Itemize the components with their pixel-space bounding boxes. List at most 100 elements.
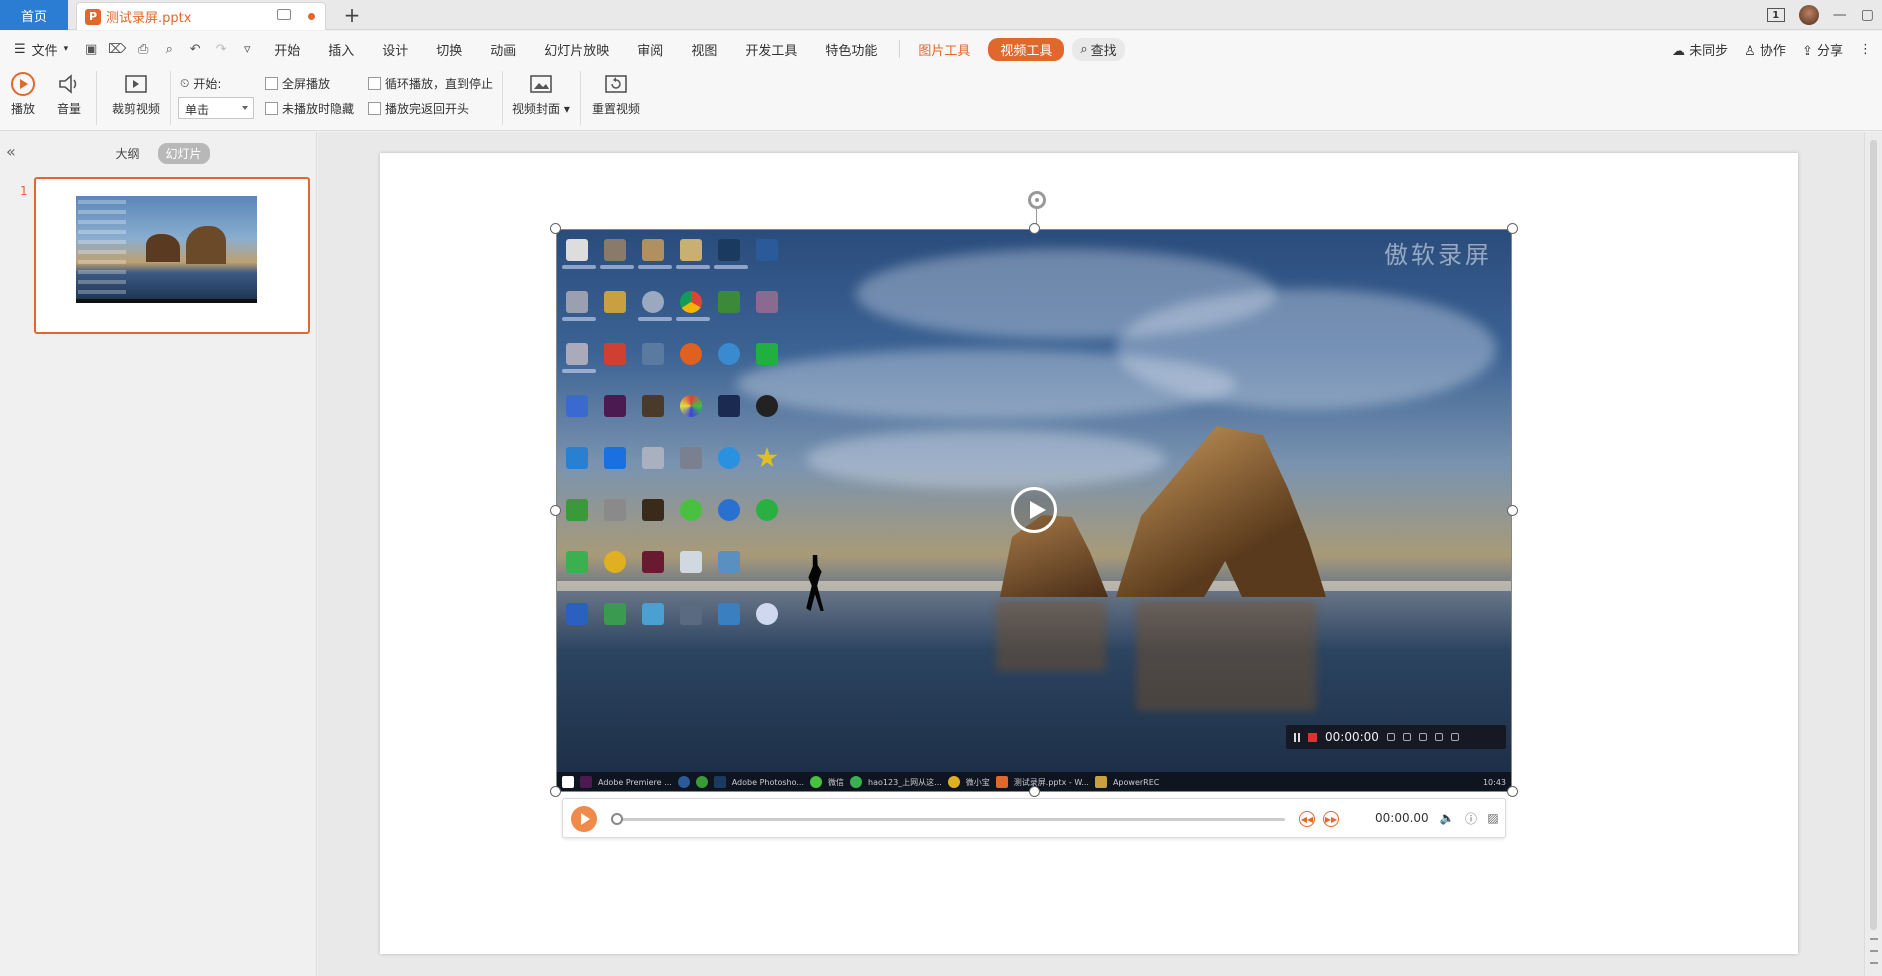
slide[interactable]: 傲软录屏 00:00:00 Adobe Premiere ... Adobe P… [380, 153, 1798, 954]
ribbon-divider [170, 71, 171, 125]
speaker-icon [59, 74, 77, 94]
tab-transition[interactable]: 切换 [422, 40, 476, 59]
maximize-button[interactable]: ▢ [1861, 7, 1874, 23]
print-icon[interactable]: ⎙ [135, 41, 151, 57]
start-mode-value: 单击 [185, 103, 210, 117]
volume-label: 音量 [56, 102, 81, 116]
share-button[interactable]: ⇪ 分享 [1802, 40, 1843, 59]
start-label: 开始: [193, 77, 222, 91]
home-tab[interactable]: 首页 [0, 0, 68, 30]
player-play-button[interactable] [571, 806, 597, 832]
forward-button[interactable]: ▶▶ [1323, 811, 1339, 827]
undo-icon[interactable]: ↶ [187, 41, 203, 57]
collab-label: 协作 [1759, 43, 1786, 59]
hamburger-icon: ☰ [14, 41, 26, 57]
resize-handle-top[interactable] [1029, 223, 1040, 234]
document-tab-title: 测试录屏.pptx [106, 11, 192, 26]
volume-button[interactable]: 音量 [56, 71, 82, 117]
tab-video-tools[interactable]: 视频工具 [988, 37, 1065, 61]
person-icon: ♙ [1744, 43, 1756, 59]
resize-handle-bottom-right[interactable] [1507, 786, 1518, 797]
rock-preview [146, 234, 180, 262]
user-avatar[interactable] [1798, 5, 1819, 25]
image-icon[interactable]: ▨ [1485, 810, 1501, 826]
slide-panel: « 大纲 幻灯片 1 [0, 132, 317, 976]
taskbar-preview [76, 299, 257, 303]
document-tab[interactable]: P 测试录屏.pptx [76, 2, 326, 30]
search-icon: ⌕ [1080, 41, 1088, 57]
volume-icon[interactable]: 🔈 [1439, 810, 1455, 826]
sync-label: 未同步 [1689, 43, 1729, 59]
checkbox-box [265, 102, 278, 115]
redo-icon[interactable]: ↷ [213, 41, 229, 57]
scrollbar-thumb[interactable] [1870, 140, 1877, 930]
resize-handle-bottom-left[interactable] [550, 786, 561, 797]
format-painter-icon[interactable]: ⌦ [108, 41, 126, 57]
window-controls: 1 — ▢ [1766, 0, 1882, 30]
selection-frame [556, 229, 1512, 792]
start-setting: ⏲ 开始: [180, 75, 221, 92]
scroll-arrow-icon[interactable] [1870, 962, 1878, 964]
print-preview-icon[interactable]: ⌕ [161, 41, 177, 57]
fullscreen-checkbox[interactable]: 全屏播放 [265, 75, 330, 92]
tab-slides[interactable]: 幻灯片 [157, 142, 210, 164]
pin-window-icon[interactable] [277, 9, 291, 20]
play-button[interactable]: 播放 [10, 71, 36, 117]
collab-button[interactable]: ♙ 协作 [1744, 40, 1786, 59]
info-icon[interactable]: ⓘ [1463, 810, 1479, 826]
rotate-handle[interactable] [1028, 191, 1046, 209]
reset-video-button[interactable]: 重置视频 [592, 71, 640, 117]
tab-special[interactable]: 特色功能 [811, 40, 891, 59]
resize-handle-right[interactable] [1507, 505, 1518, 516]
tab-view[interactable]: 视图 [677, 40, 731, 59]
sync-button[interactable]: ☁ 未同步 [1672, 40, 1728, 59]
rewind-button[interactable]: ◀◀ [1299, 811, 1315, 827]
file-menu[interactable]: ☰ 文件 ▾ [0, 40, 78, 59]
window-count-badge[interactable]: 1 [1766, 8, 1785, 22]
share-icon: ⇪ [1801, 43, 1813, 59]
checkbox-box [368, 77, 381, 90]
tab-design[interactable]: 设计 [368, 40, 422, 59]
file-menu-label: 文件 [31, 43, 58, 59]
resize-handle-left[interactable] [550, 505, 561, 516]
tab-animation[interactable]: 动画 [476, 40, 530, 59]
tab-picture-tools[interactable]: 图片工具 [908, 40, 980, 59]
scroll-arrow-icon[interactable] [1870, 950, 1878, 952]
new-tab-button[interactable]: + [340, 3, 364, 27]
slide-canvas: 傲软录屏 00:00:00 Adobe Premiere ... Adobe P… [318, 132, 1864, 976]
scroll-arrow-icon[interactable] [1870, 938, 1878, 940]
slide-thumbnail[interactable] [34, 177, 310, 334]
search-button[interactable]: ⌕ 查找 [1072, 37, 1125, 61]
rewind-label: 播放完返回开头 [385, 102, 470, 116]
rewind-checkbox[interactable]: 播放完返回开头 [368, 100, 469, 117]
tab-review[interactable]: 审阅 [623, 40, 677, 59]
resize-handle-top-left[interactable] [550, 223, 561, 234]
progress-track[interactable] [615, 818, 1285, 821]
resize-handle-top-right[interactable] [1507, 223, 1518, 234]
menu-bar: ☰ 文件 ▾ ▣ ⌦ ⎙ ⌕ ↶ ↷ ▿ 开始 插入 设计 切换 动画 幻灯片放… [0, 31, 1882, 67]
video-cover-icon [530, 75, 552, 93]
hide-not-playing-checkbox[interactable]: 未播放时隐藏 [265, 100, 354, 117]
progress-knob[interactable] [611, 813, 623, 825]
collapse-panel-icon[interactable]: « [6, 142, 16, 161]
checkbox-box [368, 102, 381, 115]
more-icon[interactable]: ⋮ [1859, 42, 1872, 57]
save-icon[interactable]: ▣ [83, 41, 99, 57]
resize-handle-bottom[interactable] [1029, 786, 1040, 797]
video-ribbon: 播放 音量 裁剪视频 ⏲ 开始: 单击 全屏播放 未播放时隐藏 循环播放，直到停… [0, 67, 1882, 131]
tab-start[interactable]: 开始 [260, 40, 314, 59]
tab-outline[interactable]: 大纲 [107, 143, 147, 164]
trim-video-button[interactable]: 裁剪视频 [112, 71, 160, 117]
tab-insert[interactable]: 插入 [314, 40, 368, 59]
minimize-button[interactable]: — [1833, 7, 1847, 23]
loop-checkbox[interactable]: 循环播放，直到停止 [368, 75, 493, 92]
tab-slideshow[interactable]: 幻灯片放映 [530, 40, 623, 59]
vertical-scrollbar[interactable] [1864, 132, 1882, 976]
chevron-down-icon: ▾ [63, 44, 69, 54]
start-clock-icon: ⏲ [180, 76, 190, 90]
customize-toolbar-icon[interactable]: ▿ [239, 41, 255, 57]
video-cover-button[interactable]: 视频封面 ▾ [512, 71, 570, 117]
reset-video-label: 重置视频 [592, 102, 641, 116]
tab-developer[interactable]: 开发工具 [731, 40, 811, 59]
start-mode-select[interactable]: 单击 [178, 97, 254, 119]
